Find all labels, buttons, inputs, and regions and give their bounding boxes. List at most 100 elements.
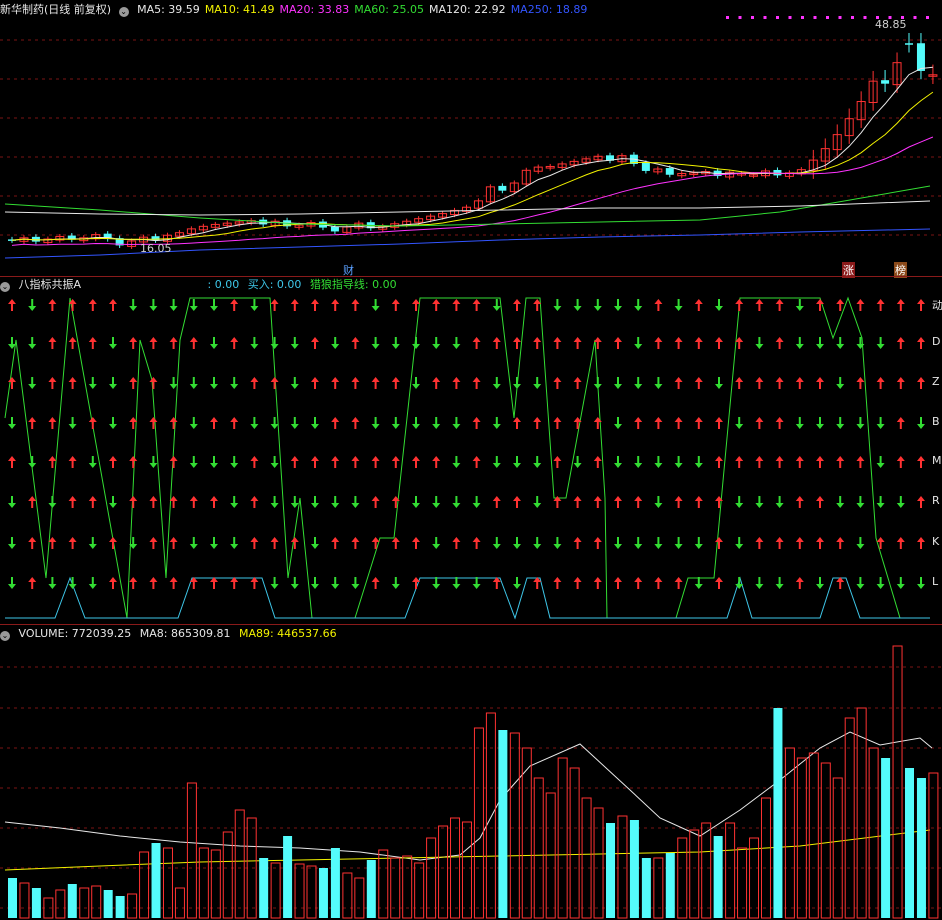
pane-divider[interactable]	[0, 624, 942, 625]
indicator-row-label: K	[932, 535, 940, 548]
up-arrow-icon	[735, 299, 744, 304]
volume-bar	[127, 893, 138, 919]
down-arrow-icon	[896, 503, 905, 508]
up-arrow-icon	[614, 577, 622, 582]
volume-bar	[773, 708, 783, 918]
volume-bar	[438, 825, 449, 919]
volume-bar	[115, 896, 125, 918]
ma-legend: MA5: 39.59 MA10: 41.49 MA20: 33.83 MA60: 25…	[137, 3, 592, 16]
down-arrow-icon	[189, 463, 198, 468]
volume-bar	[689, 829, 700, 919]
down-arrow-icon	[856, 503, 865, 508]
down-arrow-icon	[189, 544, 198, 549]
up-arrow-icon	[775, 377, 784, 382]
chevron-down-icon[interactable]: ⌄	[118, 7, 129, 17]
up-arrow-icon	[331, 456, 340, 461]
down-arrow-icon	[755, 584, 764, 589]
down-arrow-icon	[715, 306, 723, 311]
down-arrow-icon	[432, 424, 441, 429]
down-arrow-icon	[492, 544, 501, 549]
down-arrow-icon	[270, 463, 279, 468]
down-arrow-icon	[230, 463, 239, 468]
volume-bar	[79, 887, 90, 919]
down-arrow-icon	[391, 344, 400, 349]
volume-bar	[905, 768, 914, 918]
up-arrow-icon	[250, 456, 259, 461]
up-arrow-icon	[654, 577, 663, 582]
down-arrow-icon	[654, 544, 663, 549]
ma20-line	[11, 136, 934, 246]
up-arrow-icon	[472, 337, 481, 342]
up-arrow-icon	[795, 377, 804, 382]
down-arrow-icon	[614, 384, 622, 389]
up-arrow-icon	[432, 377, 441, 382]
candlestick-series[interactable]	[8, 33, 938, 249]
volume-bar	[498, 730, 508, 918]
down-arrow-icon	[28, 463, 37, 468]
up-arrow-icon	[109, 537, 117, 542]
volume-bar	[665, 853, 675, 918]
buy-value: 买入: 0.00	[247, 278, 302, 291]
volume-bar	[713, 836, 723, 918]
up-arrow-icon	[896, 537, 905, 542]
down-arrow-icon	[513, 384, 521, 389]
up-arrow-icon	[816, 299, 824, 304]
signal-dot	[751, 16, 754, 19]
up-arrow-icon	[189, 496, 198, 501]
up-arrow-icon	[351, 456, 360, 461]
up-arrow-icon	[755, 456, 764, 461]
volume-bar	[784, 747, 795, 919]
up-arrow-icon	[715, 456, 723, 461]
down-arrow-icon	[48, 503, 57, 508]
up-arrow-icon	[8, 456, 16, 461]
up-arrow-icon	[876, 537, 885, 542]
up-arrow-icon	[28, 417, 37, 422]
up-arrow-icon	[533, 417, 542, 422]
up-arrow-icon	[472, 377, 481, 382]
signal-dot	[826, 16, 829, 19]
down-arrow-icon	[654, 503, 663, 508]
chevron-down-icon[interactable]: ⌄	[0, 282, 10, 292]
up-arrow-icon	[876, 299, 885, 304]
up-arrow-icon	[593, 456, 602, 461]
ma10-line	[11, 91, 934, 241]
stock-name[interactable]: 新华制药(日线 前复权)	[0, 3, 111, 16]
candle-body	[665, 168, 674, 175]
up-arrow-icon	[715, 537, 723, 542]
up-arrow-icon	[210, 496, 218, 501]
down-arrow-icon	[412, 344, 420, 349]
up-arrow-icon	[8, 377, 16, 382]
volume-bars[interactable]	[8, 645, 939, 919]
ma-legend-item: MA60: 25.05	[354, 3, 424, 16]
volume-bar	[485, 712, 496, 919]
up-arrow-icon	[129, 377, 138, 382]
low-price-mark: 16.05	[140, 242, 172, 255]
volume-ma89-line	[4, 829, 931, 871]
up-arrow-icon	[573, 337, 582, 342]
chevron-down-icon[interactable]: ⌄	[0, 631, 10, 641]
up-arrow-icon	[795, 577, 804, 582]
indicator-name[interactable]: 八指标共振A	[19, 278, 82, 291]
up-arrow-icon	[412, 299, 420, 304]
up-arrow-icon	[230, 337, 239, 342]
signal-dot	[738, 16, 742, 19]
up-arrow-icon	[68, 456, 77, 461]
down-arrow-icon	[755, 503, 764, 508]
volume-bar	[856, 707, 867, 919]
down-arrow-icon	[149, 306, 158, 311]
volume-ma8: MA8: 865309.81	[139, 627, 231, 640]
volume-bar	[330, 848, 340, 918]
up-arrow-icon	[129, 337, 138, 342]
guide-line-value: 猎狼指导线: 0.00	[309, 278, 397, 291]
down-arrow-icon	[109, 384, 117, 389]
down-arrow-icon	[816, 424, 824, 429]
up-arrow-icon	[88, 337, 97, 342]
up-arrow-icon	[109, 577, 117, 582]
up-arrow-icon	[169, 417, 178, 422]
indicator-pane	[8, 299, 925, 589]
volume-bar	[31, 888, 41, 918]
up-arrow-icon	[88, 417, 97, 422]
volume-bar	[916, 778, 926, 918]
volume-bar	[174, 887, 185, 919]
down-arrow-icon	[290, 384, 299, 389]
